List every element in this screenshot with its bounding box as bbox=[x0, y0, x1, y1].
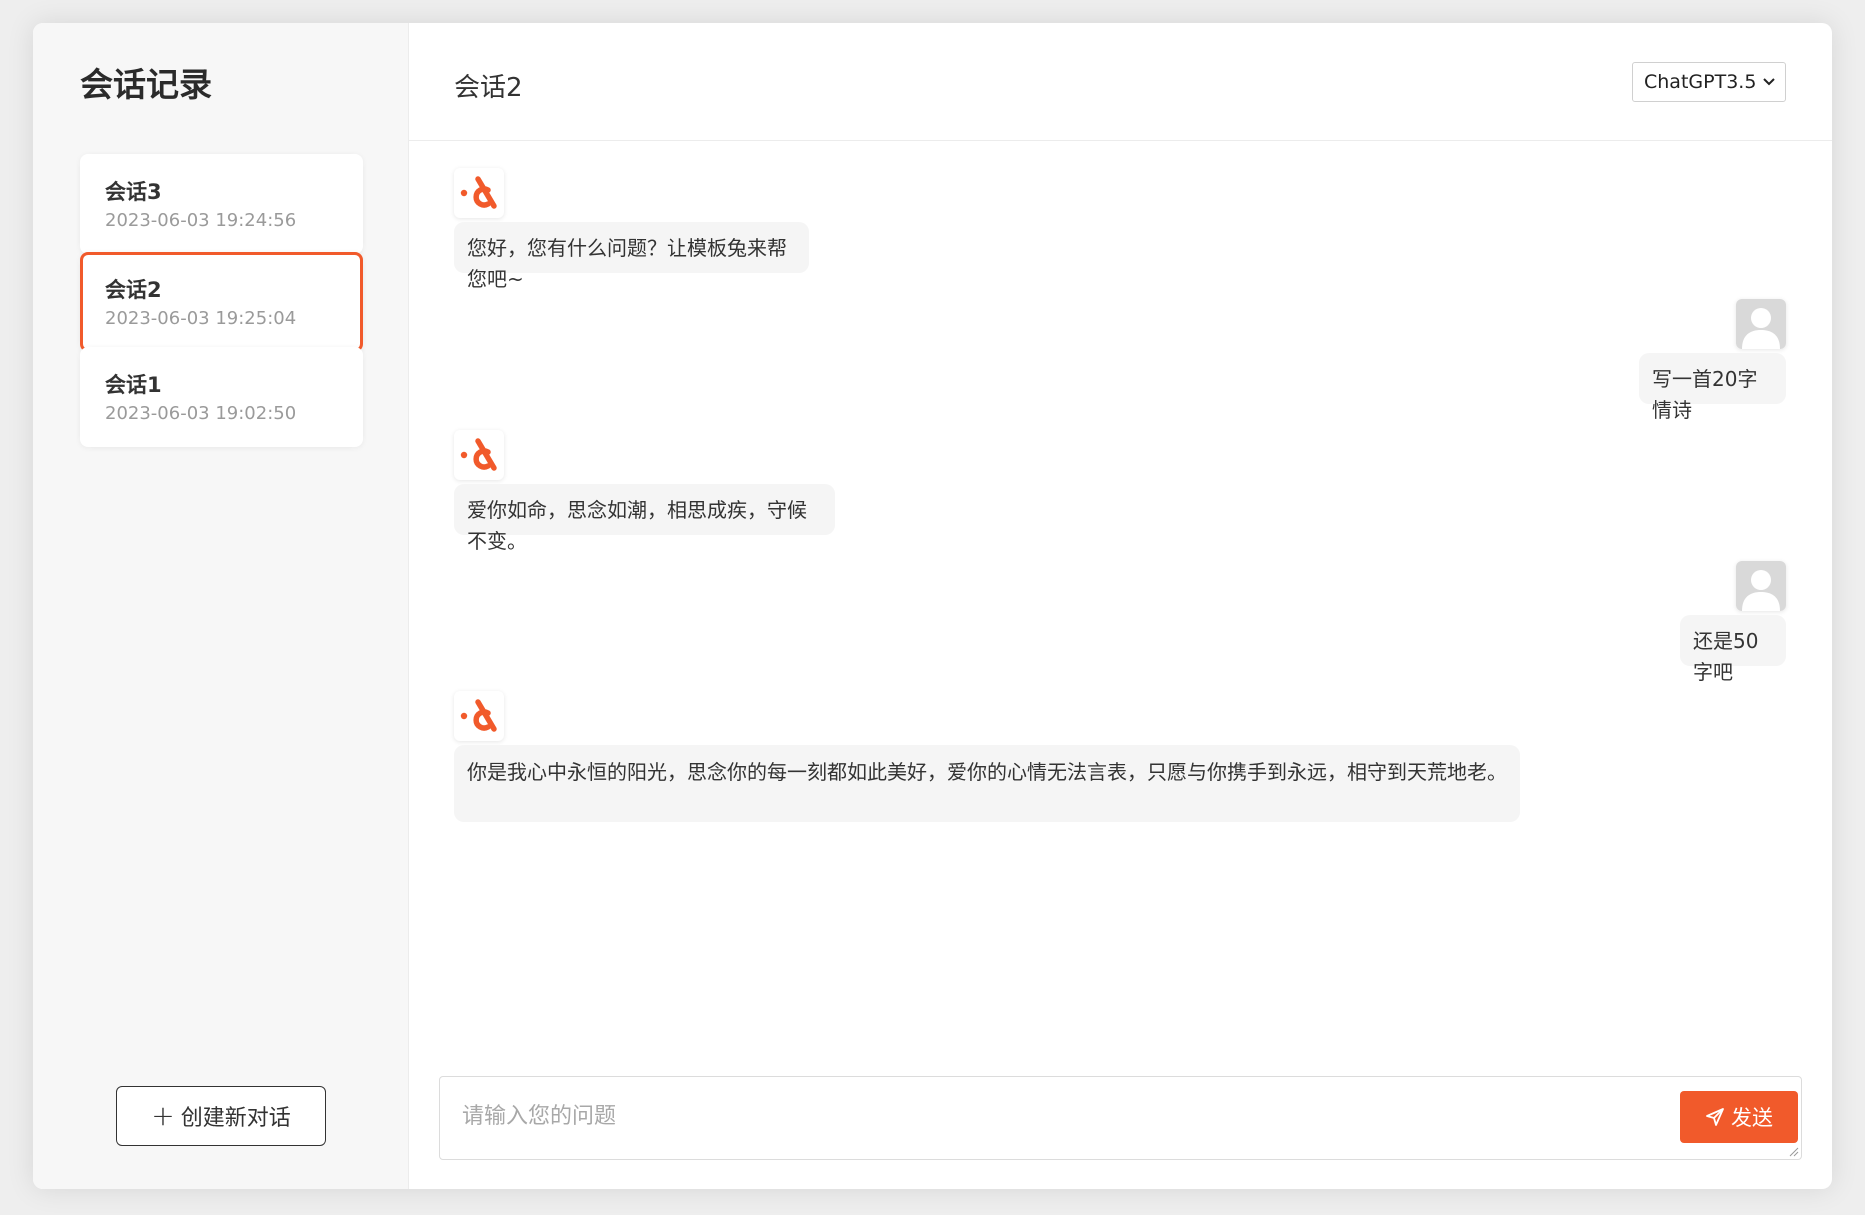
user-avatar-icon bbox=[1736, 561, 1786, 611]
chat-panel: 会话2 ChatGPT3.5 您好，您有什么问题？让模板兔来帮您吧~ 写一首20… bbox=[409, 23, 1832, 1189]
conversation-item-2[interactable]: 会话2 2023-06-03 19:25:04 bbox=[80, 252, 363, 352]
plus-icon: + bbox=[151, 1099, 175, 1132]
send-label: 发送 bbox=[1731, 1106, 1773, 1130]
model-select[interactable]: ChatGPT3.5 bbox=[1632, 62, 1786, 102]
model-select-value: ChatGPT3.5 bbox=[1644, 71, 1757, 93]
message-input-box: 发送 bbox=[439, 1076, 1802, 1160]
conversation-name: 会话1 bbox=[105, 373, 162, 397]
user-message: 写一首20字情诗 bbox=[1639, 353, 1786, 422]
resize-handle-icon[interactable] bbox=[1787, 1145, 1799, 1157]
bot-logo-icon bbox=[454, 691, 504, 741]
message-input[interactable] bbox=[460, 1093, 1644, 1139]
assistant-message: 你是我心中永恒的阳光，思念你的每一刻都如此美好，爱你的心情无法言表，只愿与你携手… bbox=[454, 745, 1520, 822]
bot-logo-icon bbox=[454, 430, 504, 480]
new-chat-button[interactable]: + 创建新对话 bbox=[116, 1086, 326, 1146]
sidebar-title: 会话记录 bbox=[80, 65, 212, 104]
sidebar: 会话记录 会话3 2023-06-03 19:24:56 会话2 2023-06… bbox=[33, 23, 409, 1189]
conversation-name: 会话3 bbox=[105, 180, 162, 204]
user-avatar-icon bbox=[1736, 299, 1786, 349]
send-button[interactable]: 发送 bbox=[1680, 1091, 1798, 1143]
message-list: 您好，您有什么问题？让模板兔来帮您吧~ 写一首20字情诗 爱你如命，思念如潮，相… bbox=[409, 141, 1832, 1061]
conversation-name: 会话2 bbox=[105, 278, 162, 302]
conversation-item-1[interactable]: 会话1 2023-06-03 19:02:50 bbox=[80, 347, 363, 447]
conversation-time: 2023-06-03 19:02:50 bbox=[105, 403, 297, 424]
app-window: 会话记录 会话3 2023-06-03 19:24:56 会话2 2023-06… bbox=[33, 23, 1832, 1189]
conversation-time: 2023-06-03 19:24:56 bbox=[105, 210, 297, 231]
chevron-down-icon bbox=[1763, 78, 1775, 86]
user-message: 还是50字吧 bbox=[1680, 615, 1786, 684]
chat-header: 会话2 ChatGPT3.5 bbox=[409, 23, 1832, 141]
page-title: 会话2 bbox=[454, 73, 523, 103]
bot-logo-icon bbox=[454, 168, 504, 218]
paper-plane-icon bbox=[1706, 1108, 1724, 1126]
assistant-message: 您好，您有什么问题？让模板兔来帮您吧~ bbox=[454, 222, 809, 291]
new-chat-label: 创建新对话 bbox=[180, 1106, 291, 1131]
conversation-item-3[interactable]: 会话3 2023-06-03 19:24:56 bbox=[80, 154, 363, 254]
conversation-time: 2023-06-03 19:25:04 bbox=[105, 308, 297, 329]
assistant-message: 爱你如命，思念如潮，相思成疾，守候不变。 bbox=[454, 484, 835, 553]
